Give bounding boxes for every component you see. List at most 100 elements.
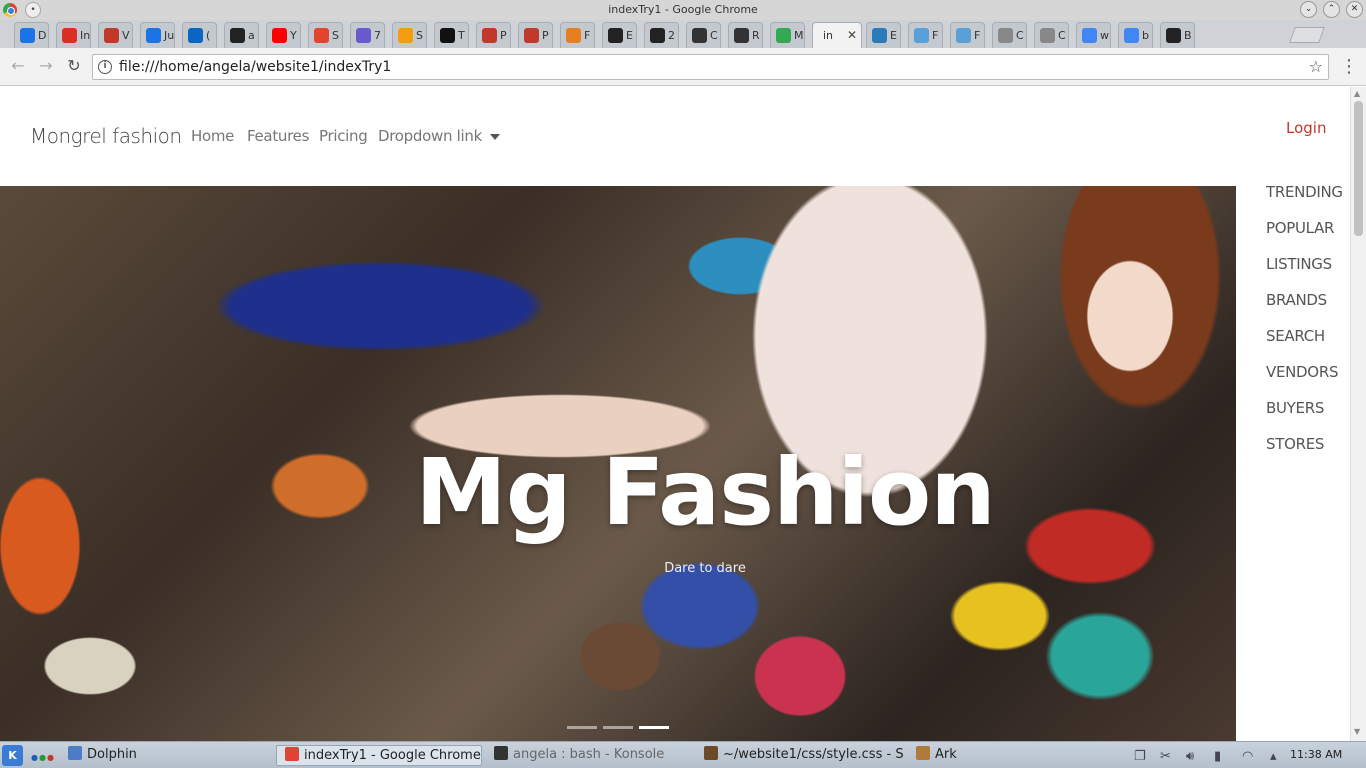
side-nav-link[interactable]: BRANDS [1266,291,1327,309]
address-bar[interactable]: i file:///home/angela/website1/indexTry1… [92,54,1329,80]
m-icon [314,28,329,43]
minimize-icon[interactable]: ⌄ [1300,1,1317,18]
browser-tab[interactable]: Ju [140,22,175,48]
browser-tab[interactable]: T [434,22,469,48]
cloud-icon [20,28,35,43]
side-nav-link[interactable]: POPULAR [1266,219,1334,237]
side-nav-link[interactable]: BUYERS [1266,399,1324,417]
task-label: Dolphin [87,747,137,762]
pager-icon[interactable]: ●●● [31,753,55,762]
close-window-icon[interactable]: ✕ [1346,1,1363,18]
browser-tab[interactable]: a [224,22,259,48]
side-nav-link[interactable]: STORES [1266,435,1324,453]
window-title-bar: • indexTry1 - Google Chrome ⌄ ⌃ ✕ [0,0,1366,20]
reload-icon[interactable]: ↻ [64,56,84,76]
task-icon [916,746,930,760]
browser-tab[interactable]: b [1118,22,1153,48]
browser-tab[interactable]: S [392,22,427,48]
side-nav-link[interactable]: SEARCH [1266,327,1325,345]
browser-tab[interactable]: P [518,22,553,48]
info-icon [146,28,161,43]
nav-features[interactable]: Features [247,127,309,145]
diamond-icon [608,28,623,43]
b-icon [1166,28,1181,43]
gmail-icon [62,28,77,43]
scissors-icon[interactable]: ✂ [1160,749,1171,764]
browser-tab[interactable]: D [14,22,49,48]
hero-title: Mg Fashion [415,439,995,546]
hero-subtitle: Dare to dare [664,561,746,576]
browser-tab[interactable]: In [56,22,91,48]
battery-icon[interactable]: ▮ [1214,749,1221,764]
task-label: angela : bash - Konsole [513,747,665,762]
browser-tab[interactable]: Y [266,22,301,48]
bookmark-star-icon[interactable]: ☆ [1309,57,1323,76]
browser-tab[interactable]: C [686,22,721,48]
taskbar-task[interactable]: ~/website1/css/style.css - S [704,745,904,766]
side-nav-link[interactable]: TRENDING [1266,183,1343,201]
login-link[interactable]: Login [1286,119,1326,137]
side-nav-link[interactable]: VENDORS [1266,363,1338,381]
browser-tab[interactable]: S [308,22,343,48]
page-scrollbar[interactable]: ▲ ▼ [1350,87,1366,741]
taskbar-task[interactable]: Ark [916,745,957,766]
carousel-indicator[interactable] [639,726,669,729]
back-icon[interactable]: ← [8,56,28,76]
taskbar-task[interactable]: Dolphin [68,745,137,766]
taskbar: K ●●● Dolphin indexTry1 - Google Chrome an… [0,741,1366,768]
taskbar-task[interactable]: indexTry1 - Google Chrome [276,745,482,766]
tab-label: P [542,29,549,42]
browser-tab[interactable]: 7 [350,22,385,48]
tab-label: 2 [668,29,675,42]
new-tab-button[interactable] [1289,27,1325,43]
nav-home[interactable]: Home [191,127,234,145]
wifi-icon[interactable]: ◠ [1242,749,1253,764]
browser-tab[interactable]: M [770,22,805,48]
info-icon[interactable]: i [98,60,112,74]
browser-tab[interactable]: C [1034,22,1069,48]
forward-icon[interactable]: → [36,56,56,76]
browser-tab[interactable]: B [1160,22,1195,48]
brand-logo[interactable]: Mongrel fashion [30,124,182,148]
clock[interactable]: 11:38 AM [1290,748,1342,761]
browser-tab[interactable]: C [992,22,1027,48]
task-icon [285,747,299,761]
browser-tab[interactable]: E [602,22,637,48]
side-nav-link[interactable]: LISTINGS [1266,255,1332,273]
browser-tab[interactable]: V [98,22,133,48]
kde-menu-icon[interactable]: K [2,745,23,766]
scroll-thumb[interactable] [1354,101,1363,236]
browser-tab[interactable]: F [950,22,985,48]
maximize-icon[interactable]: ⌃ [1323,1,1340,18]
browser-tab[interactable]: w [1076,22,1111,48]
close-tab-icon[interactable]: ✕ [847,28,857,42]
chrome-menu-icon[interactable]: ⋮ [1340,56,1358,77]
carousel-indicator[interactable] [603,726,633,729]
browser-tab[interactable]: P [476,22,511,48]
url-text: file:///home/angela/website1/indexTry1 [119,59,392,75]
page-icon [998,28,1013,43]
tray-expand-icon[interactable]: ▴ [1270,749,1277,764]
f-icon [650,28,665,43]
scroll-up-icon[interactable]: ▲ [1354,89,1360,98]
tab-label: D [38,29,47,42]
tab-label: 7 [374,29,381,42]
taskbar-task[interactable]: angela : bash - Konsole [494,745,664,766]
volume-icon[interactable]: 🔊︎ [1186,749,1194,764]
browser-tab[interactable]: F [560,22,595,48]
clipboard-icon[interactable]: ❐ [1134,749,1146,764]
nav-dropdown[interactable]: Dropdown link [378,127,500,145]
browser-tab[interactable]: F [908,22,943,48]
nav-pricing[interactable]: Pricing [319,127,368,145]
scroll-down-icon[interactable]: ▼ [1354,727,1360,736]
tab-label: P [500,29,507,42]
browser-tab[interactable]: in ✕ [812,22,862,48]
browser-tab[interactable]: E [866,22,901,48]
browser-tab[interactable]: 2 [644,22,679,48]
bb-icon [230,28,245,43]
tab-label: C [1058,29,1066,42]
carousel-indicator[interactable] [567,726,597,729]
browser-tab[interactable]: ( [182,22,217,48]
hero-carousel[interactable]: Mg Fashion Dare to dare [0,186,1236,741]
browser-tab[interactable]: R [728,22,763,48]
